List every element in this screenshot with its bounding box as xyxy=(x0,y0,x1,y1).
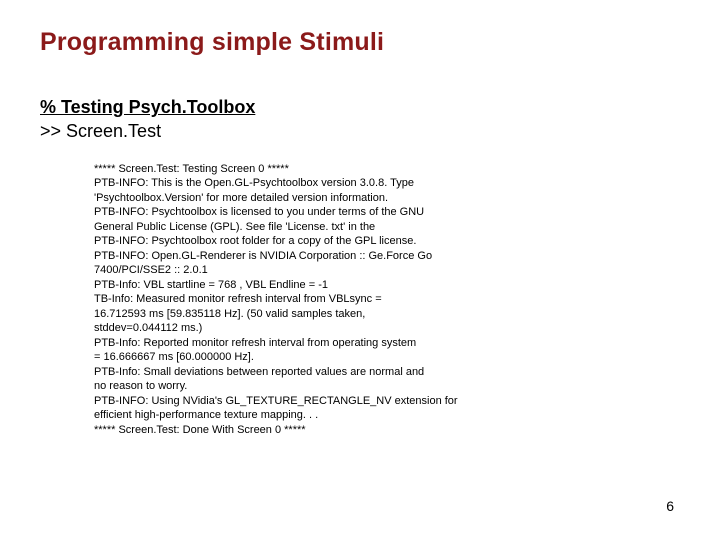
output-line: stddev=0.044112 ms.) xyxy=(94,321,524,336)
output-line: PTB-Info: Small deviations between repor… xyxy=(94,365,524,380)
output-line: PTB-Info: Reported monitor refresh inter… xyxy=(94,336,524,351)
page-number: 6 xyxy=(666,498,674,514)
command-prompt: >> Screen.Test xyxy=(40,119,680,143)
output-line: PTB-INFO: This is the Open.GL-Psychtoolb… xyxy=(94,176,524,191)
output-line: General Public License (GPL). See file '… xyxy=(94,220,524,235)
command-block: % Testing Psych.Toolbox >> Screen.Test xyxy=(40,95,680,144)
output-line: PTB-INFO: Open.GL-Renderer is NVIDIA Cor… xyxy=(94,249,524,264)
slide-title: Programming simple Stimuli xyxy=(40,28,680,57)
output-line: 16.712593 ms [59.835118 Hz]. (50 valid s… xyxy=(94,307,524,322)
output-line: no reason to worry. xyxy=(94,379,524,394)
output-line: efficient high-performance texture mappi… xyxy=(94,408,524,423)
output-line: 7400/PCI/SSE2 :: 2.0.1 xyxy=(94,263,524,278)
output-line: PTB-INFO: Using NVidia's GL_TEXTURE_RECT… xyxy=(94,394,524,409)
output-line: PTB-INFO: Psychtoolbox is licensed to yo… xyxy=(94,205,524,220)
output-line: PTB-Info: VBL startline = 768 , VBL Endl… xyxy=(94,278,524,293)
output-line: PTB-INFO: Psychtoolbox root folder for a… xyxy=(94,234,524,249)
output-line: 'Psychtoolbox.Version' for more detailed… xyxy=(94,191,524,206)
output-line: TB-Info: Measured monitor refresh interv… xyxy=(94,292,524,307)
output-block: ***** Screen.Test: Testing Screen 0 ****… xyxy=(94,162,524,438)
output-line: = 16.666667 ms [60.000000 Hz]. xyxy=(94,350,524,365)
output-line: ***** Screen.Test: Testing Screen 0 ****… xyxy=(94,162,524,177)
output-line: ***** Screen.Test: Done With Screen 0 **… xyxy=(94,423,524,438)
slide: Programming simple Stimuli % Testing Psy… xyxy=(0,0,720,540)
command-comment: % Testing Psych.Toolbox xyxy=(40,95,680,119)
